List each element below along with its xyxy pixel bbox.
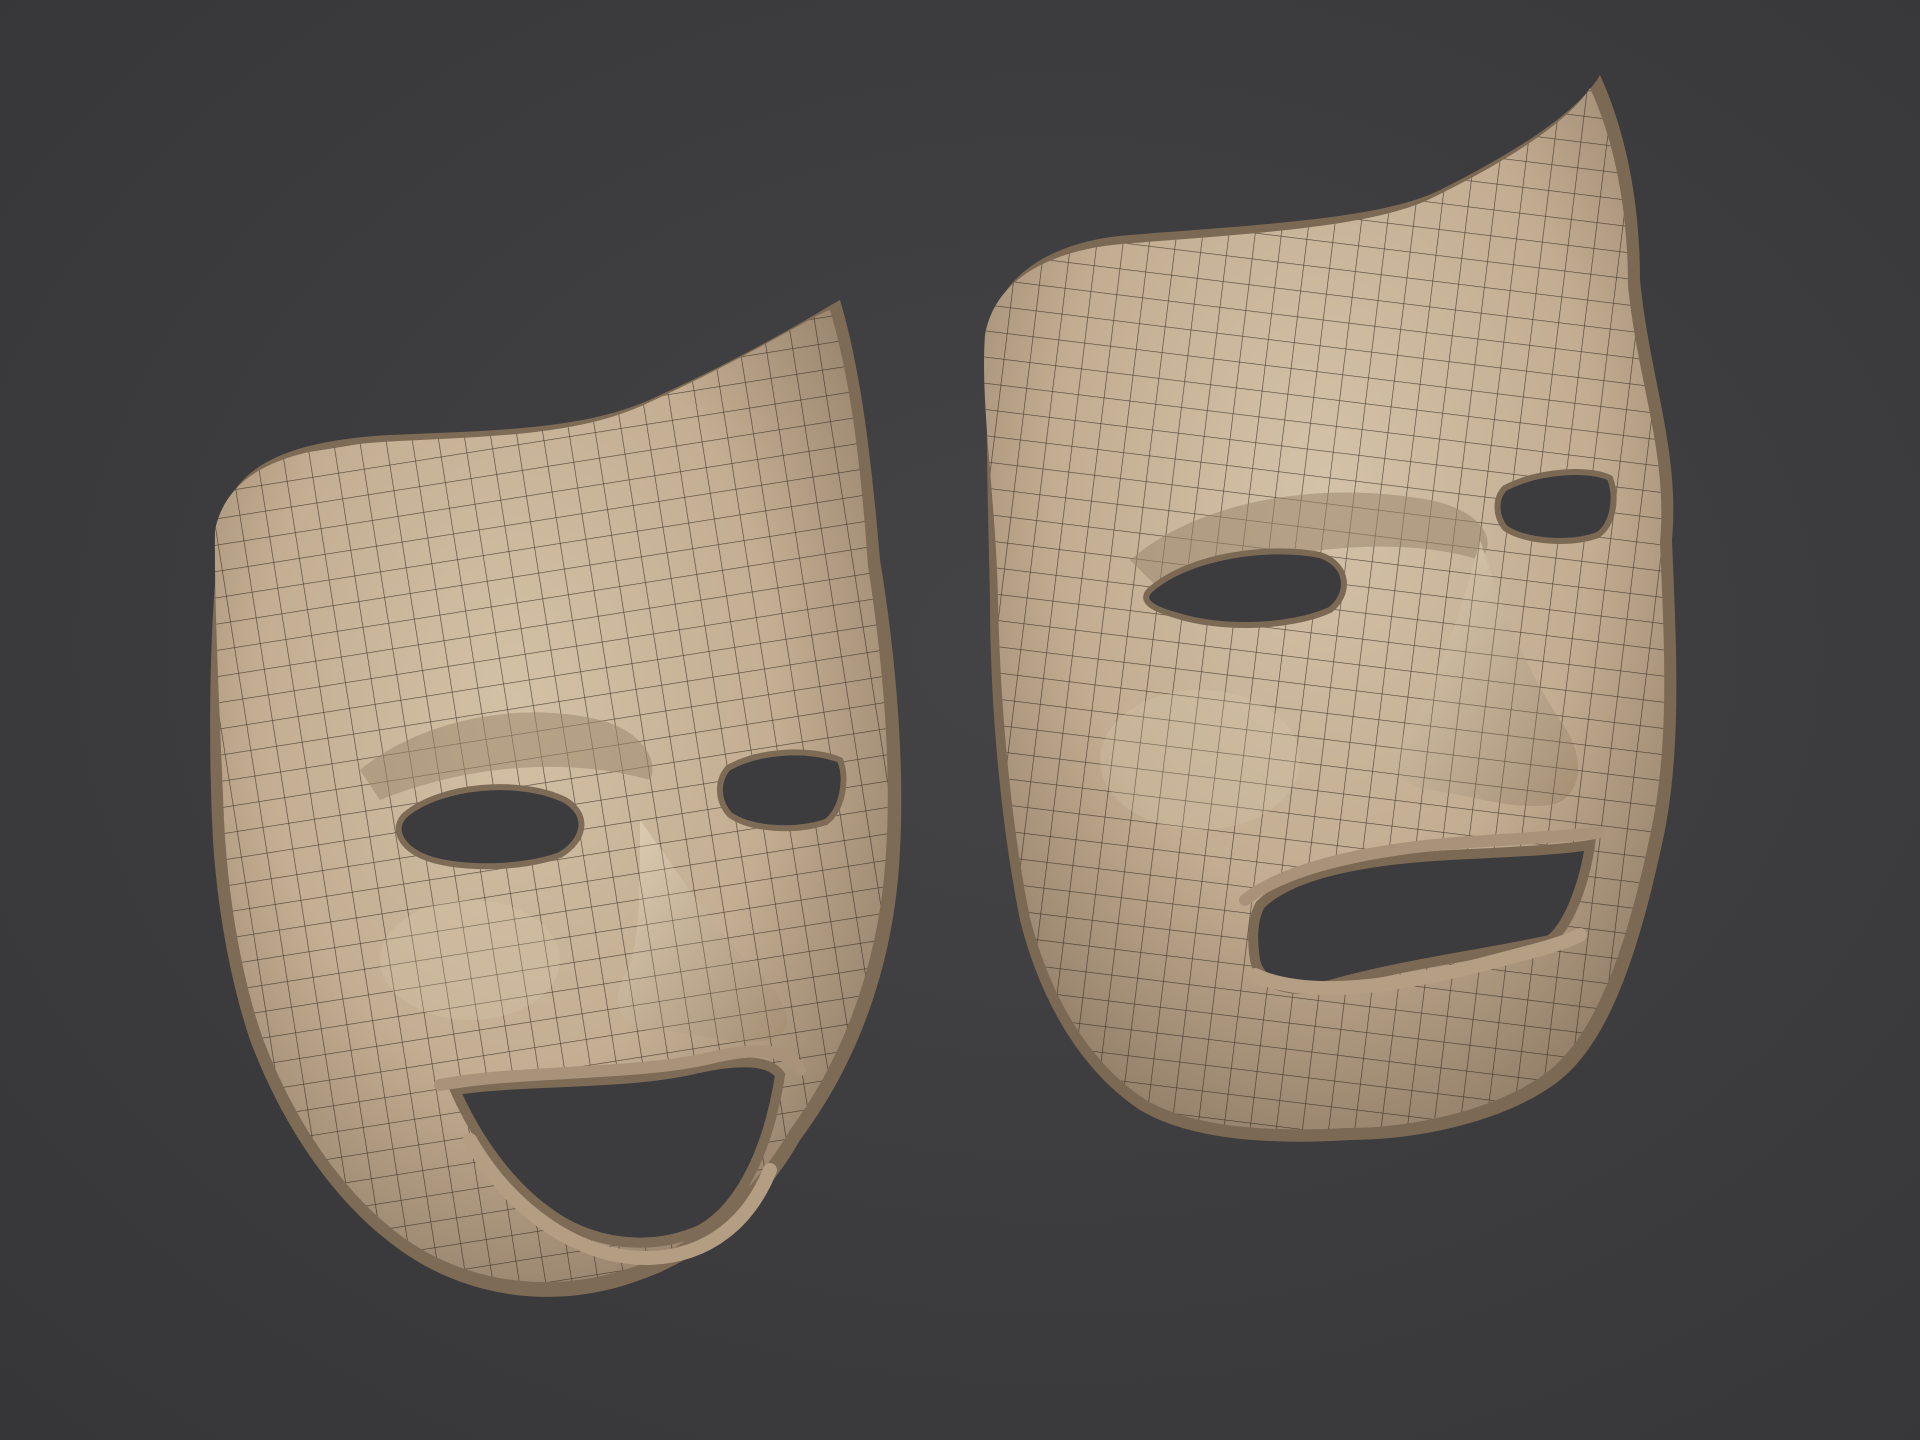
comedy-mask[interactable]	[210, 300, 902, 1297]
comedy-mask-left-eye-hole	[395, 784, 585, 870]
scene-render	[210, 75, 1677, 1297]
tragedy-mask-cheek-highlight	[1100, 690, 1300, 830]
3d-viewport[interactable]	[0, 0, 1920, 1440]
comedy-mask-cheek-highlight	[380, 900, 560, 1020]
comedy-mask-right-eye-hole	[717, 749, 847, 832]
tragedy-mask[interactable]	[984, 75, 1677, 1142]
tragedy-mask-right-eye-hole	[1494, 469, 1617, 544]
